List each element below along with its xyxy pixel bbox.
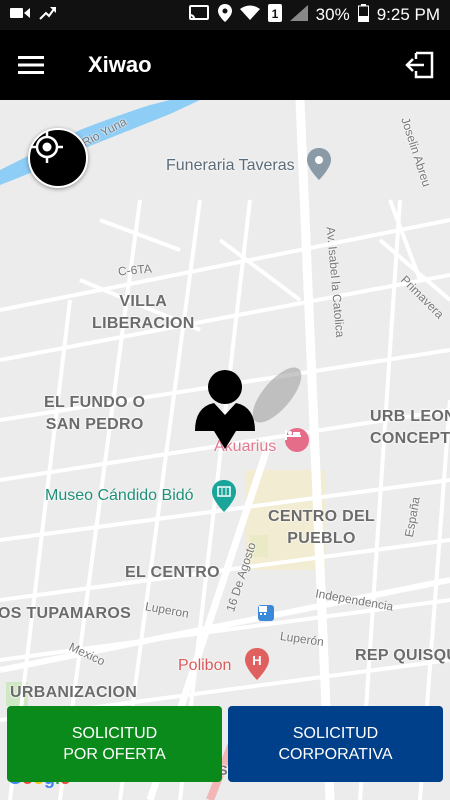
area-label: EL FUNDO O SAN PEDRO (44, 394, 146, 433)
area-label: VILLA LIBERACION (92, 293, 195, 332)
menu-button[interactable] (0, 30, 62, 100)
poi-label[interactable]: Polibon (178, 657, 231, 675)
svg-text:1: 1 (271, 7, 278, 21)
video-icon (10, 5, 30, 25)
area-label: URB LEON CONCEPT (370, 408, 450, 447)
app-bar: Xiwao (0, 30, 450, 100)
status-bar: 1 30% 9:25 PM (0, 0, 450, 30)
logout-button[interactable] (390, 30, 450, 100)
logout-icon (405, 51, 434, 79)
status-right: 1 30% 9:25 PM (188, 3, 440, 27)
street-label: C-6TA (117, 261, 153, 279)
area-label: CENTRO DEL PUEBLO (268, 508, 375, 547)
battery-percent: 30% (315, 5, 350, 24)
location-icon (217, 3, 232, 27)
status-left (10, 5, 56, 26)
user-pin-icon[interactable] (192, 365, 302, 451)
svg-text:H: H (252, 653, 261, 668)
area-label: REP QUISQU (355, 647, 450, 664)
offer-request-button[interactable]: SOLICITUD POR OFERTA (7, 706, 222, 782)
offer-button-line1: SOLICITUD (71, 725, 158, 742)
request-buttons: SOLICITUD POR OFERTA SOLICITUD CORPORATI… (0, 706, 450, 782)
wifi-icon (239, 5, 260, 26)
corp-button-line1: SOLICITUD (292, 725, 379, 742)
poi-label[interactable]: Museo Cándido Bidó (45, 487, 194, 505)
sim-icon: 1 (267, 3, 282, 27)
poi-label[interactable]: Funeraria Taveras (166, 157, 295, 175)
cell-signal-icon (289, 4, 308, 26)
cast-icon (188, 4, 210, 26)
menu-icon (18, 56, 44, 74)
corporate-request-button[interactable]: SOLICITUD CORPORATIVA (228, 706, 443, 782)
area-label: EL CENTRO (125, 564, 220, 581)
corp-button-line2: CORPORATIVA (278, 746, 393, 763)
battery-icon (357, 3, 369, 27)
area-label: OS TUPAMAROS (0, 605, 132, 622)
locate-icon (31, 131, 63, 163)
map-view[interactable]: VILLA LIBERACION EL FUNDO O SAN PEDRO UR… (0, 100, 450, 800)
area-label: URBANIZACION (10, 684, 138, 701)
app-title: Xiwao (88, 52, 152, 77)
signal-arrows-icon (38, 5, 56, 26)
offer-button-line2: POR OFERTA (63, 746, 166, 763)
clock: 9:25 PM (376, 5, 440, 24)
bus-icon[interactable] (258, 605, 274, 621)
locate-me-button[interactable] (28, 128, 88, 188)
